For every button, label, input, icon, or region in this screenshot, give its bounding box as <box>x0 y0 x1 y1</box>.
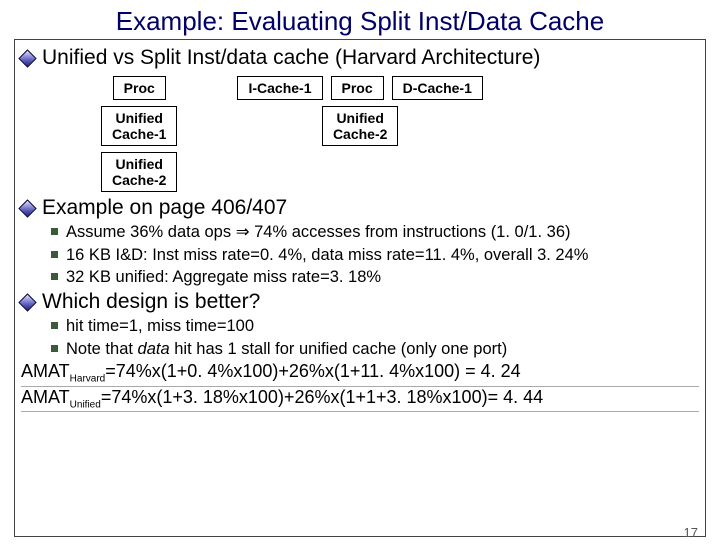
square-icon <box>51 273 58 280</box>
arrow-icon: ⇒ <box>236 223 250 241</box>
box-proc-harvard: Proc <box>331 76 384 100</box>
text-a: Assume 36% data ops <box>66 223 236 241</box>
sub-text: hit time=1, miss time=100 <box>66 316 254 337</box>
square-icon <box>51 251 58 258</box>
text-b: 74% accesses from instructions (1. 0/1. … <box>250 223 571 241</box>
text-c: hit has 1 stall for unified cache (only … <box>170 340 508 358</box>
square-icon <box>51 228 58 235</box>
box-unified-cache-2-harvard: Unified Cache-2 <box>322 106 398 146</box>
amat-sub: Unified <box>70 399 101 410</box>
harvard-column: I-Cache-1 Proc D-Cache-1 Unified Cache-2 <box>237 76 482 146</box>
amat-harvard: AMATHarvard=74%x(1+0. 4%x100)+26%x(1+11.… <box>21 361 699 387</box>
sub-32kb: 32 KB unified: Aggregate miss rate=3. 18… <box>51 267 699 288</box>
diamond-icon <box>18 49 36 67</box>
sub-assume: Assume 36% data ops ⇒ 74% accesses from … <box>51 222 699 243</box>
box-icache: I-Cache-1 <box>237 76 322 100</box>
text-a: Note that <box>66 340 138 358</box>
sub-text: Note that data hit has 1 stall for unifi… <box>66 339 507 360</box>
box-unified-cache-1: Unified Cache-1 <box>101 106 177 146</box>
page-number: 17 <box>684 525 698 540</box>
bullet-text: Unified vs Split Inst/data cache (Harvar… <box>42 46 540 70</box>
diamond-icon <box>18 199 36 217</box>
amat-label: AMAT <box>21 387 70 407</box>
sub-text: 32 KB unified: Aggregate miss rate=3. 18… <box>66 267 381 288</box>
amat-eq: =74%x(1+3. 18%x100)+26%x(1+1+3. 18%x100)… <box>101 387 543 407</box>
bullet-which-design: Which design is better? <box>21 290 699 314</box>
architecture-diagram: Proc Unified Cache-1 Unified Cache-2 I-C… <box>101 76 699 192</box>
text-italic: data <box>138 340 170 358</box>
amat-sub: Harvard <box>70 374 106 385</box>
bullet-unified-vs-split: Unified vs Split Inst/data cache (Harvar… <box>21 46 699 70</box>
square-icon <box>51 322 58 329</box>
sub-16kb: 16 KB I&D: Inst miss rate=0. 4%, data mi… <box>51 245 699 266</box>
content-frame: Unified vs Split Inst/data cache (Harvar… <box>14 39 706 537</box>
sub-text: Assume 36% data ops ⇒ 74% accesses from … <box>66 222 570 243</box>
bullet-example-page: Example on page 406/407 <box>21 196 699 220</box>
bullet-text: Example on page 406/407 <box>42 196 287 220</box>
sub-text: 16 KB I&D: Inst miss rate=0. 4%, data mi… <box>66 245 588 266</box>
harvard-top-row: I-Cache-1 Proc D-Cache-1 <box>237 76 482 100</box>
box-dcache: D-Cache-1 <box>392 76 483 100</box>
amat-label: AMAT <box>21 361 70 381</box>
sub-note: Note that data hit has 1 stall for unifi… <box>51 339 699 360</box>
box-unified-cache-2: Unified Cache-2 <box>101 152 177 192</box>
square-icon <box>51 345 58 352</box>
diamond-icon <box>18 293 36 311</box>
bullet-text: Which design is better? <box>42 290 260 314</box>
slide-title: Example: Evaluating Split Inst/Data Cach… <box>0 6 720 37</box>
unified-column: Proc Unified Cache-1 Unified Cache-2 <box>101 76 177 192</box>
box-proc: Proc <box>113 76 166 100</box>
sub-hit-miss: hit time=1, miss time=100 <box>51 316 699 337</box>
amat-unified: AMATUnified=74%x(1+3. 18%x100)+26%x(1+1+… <box>21 387 699 413</box>
amat-eq: =74%x(1+0. 4%x100)+26%x(1+11. 4%x100) = … <box>105 361 520 381</box>
